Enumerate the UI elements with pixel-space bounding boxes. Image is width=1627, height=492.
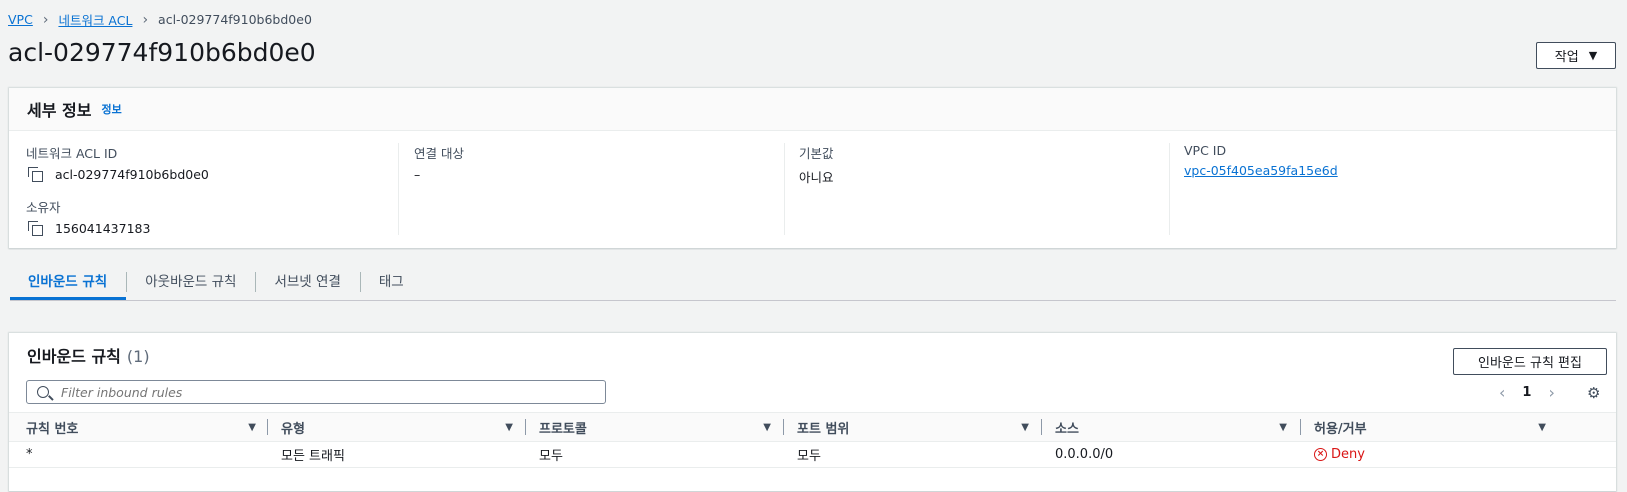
breadcrumb: VPC › 네트워크 ACL › acl-029774f910b6bd0e0 (8, 10, 312, 29)
column-port-range[interactable]: 포트 범위 ▼ (783, 413, 1029, 441)
info-link[interactable]: 정보 (101, 101, 121, 117)
acl-id-label: 네트워크 ACL ID (26, 146, 118, 161)
cell-port-range: 모두 (797, 448, 821, 464)
rules-count: (1) (126, 347, 150, 366)
actions-button[interactable]: 작업 ▼ (1536, 42, 1616, 69)
page-number[interactable]: 1 (1522, 385, 1531, 400)
chevron-right-icon[interactable]: › (1548, 383, 1554, 402)
column-label: 프로토콜 (539, 421, 587, 437)
vpc-id-link[interactable]: vpc-05f405ea59fa15e6d (1184, 163, 1338, 178)
acl-id-value-row: acl-029774f910b6bd0e0 (26, 167, 396, 182)
caret-down-icon: ▼ (1588, 49, 1598, 62)
settings-gear-icon[interactable]: ⚙ (1587, 384, 1600, 402)
sort-caret-icon[interactable]: ▼ (248, 422, 256, 433)
chevron-right-icon: › (42, 11, 49, 28)
column-label: 소스 (1055, 421, 1079, 437)
inbound-rules-title: 인바운드 규칙 (1) (27, 343, 150, 367)
cell-rule-number: * (26, 446, 33, 462)
association-value: – (414, 167, 421, 182)
cell-allow-deny: × Deny (1314, 441, 1365, 467)
column-protocol[interactable]: 프로토콜 ▼ (525, 413, 771, 441)
acl-id-value: acl-029774f910b6bd0e0 (55, 167, 209, 182)
actions-button-label: 작업 (1554, 50, 1579, 65)
chevron-left-icon[interactable]: ‹ (1499, 383, 1505, 402)
cell-type: 모든 트래픽 (281, 448, 345, 464)
tab-bar: 인바운드 규칙 아웃바운드 규칙 서브넷 연결 태그 (10, 264, 1616, 301)
sort-caret-icon[interactable]: ▼ (1279, 422, 1287, 433)
column-source[interactable]: 소스 ▼ (1041, 413, 1287, 441)
vpc-id-label: VPC ID (1184, 143, 1227, 158)
tab-inbound-rules[interactable]: 인바운드 규칙 (10, 264, 127, 300)
page-title: acl-029774f910b6bd0e0 (8, 38, 316, 67)
column-label: 유형 (281, 421, 305, 437)
details-title: 세부 정보 (27, 101, 92, 120)
column-allow-deny[interactable]: 허용/거부 ▼ (1300, 413, 1546, 441)
details-panel: 세부 정보 정보 네트워크 ACL ID acl-029774f910b6bd0… (9, 88, 1616, 248)
sort-caret-icon[interactable]: ▼ (1021, 422, 1029, 433)
sort-caret-icon[interactable]: ▼ (1538, 422, 1546, 433)
table-row: * 모든 트래픽 모두 모두 0.0.0.0/0 × Deny (9, 441, 1616, 468)
details-col-acl: 네트워크 ACL ID acl-029774f910b6bd0e0 소유자 15… (26, 143, 396, 236)
chevron-right-icon: › (142, 11, 149, 28)
inbound-rules-heading: 인바운드 규칙 (27, 347, 121, 366)
association-label: 연결 대상 (414, 146, 464, 161)
column-label: 포트 범위 (797, 421, 850, 437)
search-icon (37, 386, 49, 398)
tab-tags[interactable]: 태그 (359, 264, 423, 300)
sort-caret-icon[interactable]: ▼ (763, 422, 771, 433)
column-label: 규칙 번호 (26, 421, 79, 437)
details-header: 세부 정보 정보 (9, 88, 1616, 131)
column-type[interactable]: 유형 ▼ (267, 413, 513, 441)
breadcrumb-vpc-link[interactable]: VPC (8, 12, 33, 27)
table-header: 규칙 번호 ▼ 유형 ▼ 프로토콜 ▼ 포트 범위 ▼ 소스 ▼ 허용/거부 ▼ (9, 412, 1616, 442)
copy-icon[interactable] (28, 167, 43, 182)
tab-subnet-associations[interactable]: 서브넷 연결 (255, 264, 359, 300)
default-label: 기본값 (799, 146, 834, 161)
tab-outbound-rules[interactable]: 아웃바운드 규칙 (126, 264, 255, 300)
filter-search-box (26, 380, 606, 404)
sort-caret-icon[interactable]: ▼ (505, 422, 513, 433)
pagination: ‹ 1 › (1499, 383, 1555, 402)
deny-label: Deny (1331, 446, 1365, 462)
breadcrumb-current: acl-029774f910b6bd0e0 (158, 12, 312, 27)
owner-value-row: 156041437183 (26, 221, 396, 236)
filter-inbound-rules-input[interactable] (59, 383, 583, 401)
copy-icon[interactable] (28, 221, 43, 236)
inbound-rules-panel: 인바운드 규칙 (1) 인바운드 규칙 편집 ‹ 1 › ⚙ 규칙 번호 ▼ 유형… (9, 333, 1616, 491)
column-label: 허용/거부 (1314, 421, 1367, 437)
default-value: 아니요 (799, 170, 834, 185)
details-col-vpc: VPC ID vpc-05f405ea59fa15e6d (1169, 143, 1604, 235)
owner-label: 소유자 (26, 200, 61, 215)
owner-value: 156041437183 (55, 221, 151, 236)
deny-x-icon: × (1314, 447, 1327, 461)
cell-source: 0.0.0.0/0 (1055, 446, 1114, 462)
details-col-association: 연결 대상 – (398, 143, 784, 235)
column-rule-number[interactable]: 규칙 번호 ▼ (26, 413, 256, 441)
cell-protocol: 모두 (539, 448, 563, 464)
details-col-default: 기본값 아니요 (784, 143, 1169, 235)
edit-inbound-rules-button[interactable]: 인바운드 규칙 편집 (1453, 348, 1607, 375)
breadcrumb-network-acl-link[interactable]: 네트워크 ACL (58, 10, 132, 29)
